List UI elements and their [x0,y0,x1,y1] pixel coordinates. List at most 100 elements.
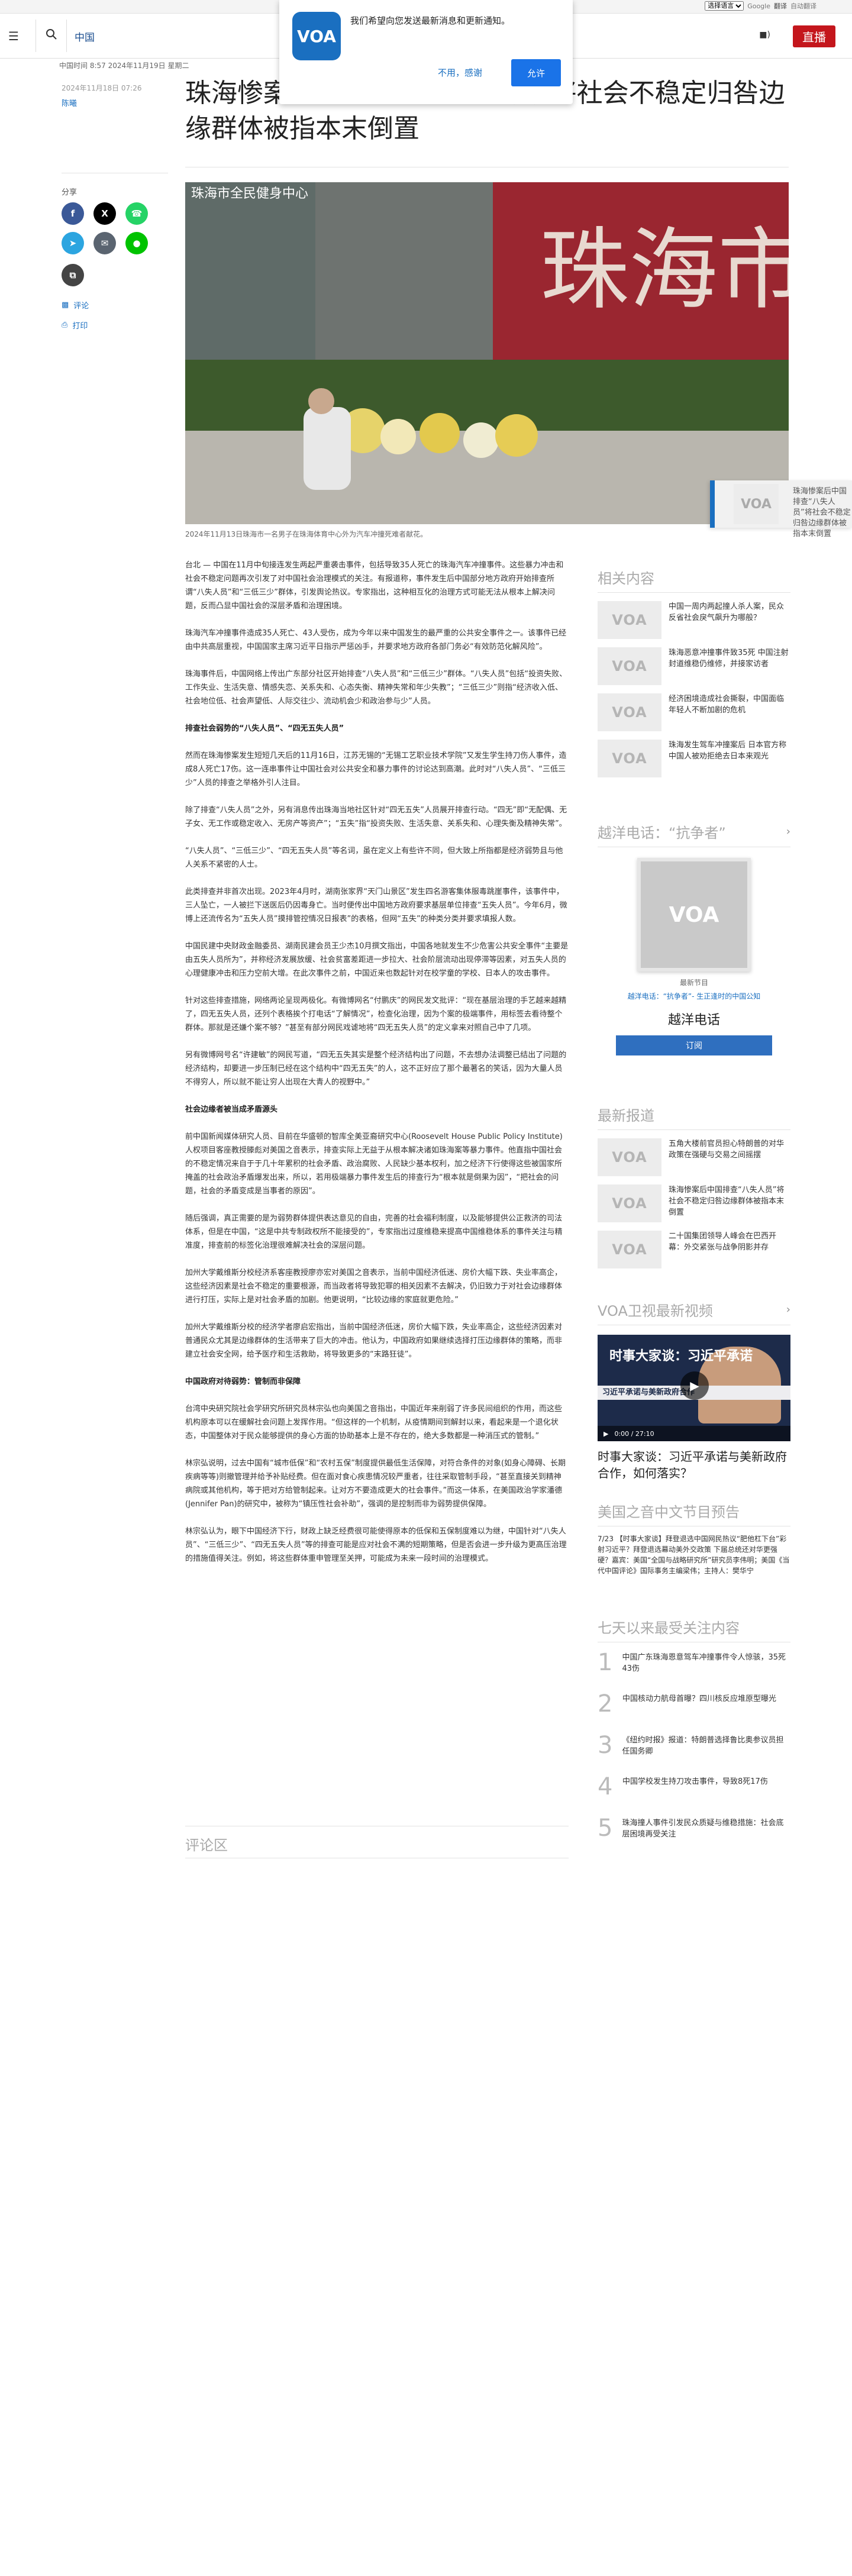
hotline-section: 越洋电话：“抗争者” › VOA 最新节目 越洋电话：“抗争者”- 生正逢时的中国… [598,821,790,1055]
list-item[interactable]: 4 中国学校发生持刀攻击事件，导致8死17伤 [598,1774,790,1808]
language-select[interactable]: 选择语言 [705,1,744,11]
allow-button[interactable]: 允许 [511,59,561,86]
whatsapp-icon: ☎ [131,208,143,219]
list-item[interactable]: VOA 珠海恶意冲撞事件致35死 中国注射封道维稳仍维修，并接家访者 [598,647,790,685]
email-share-button[interactable]: ✉ [93,232,116,254]
notification-popup: VOA 我们希望向您发送最新消息和更新通知。 不用，感谢 允许 [279,0,573,104]
voa-thumbnail: VOA [734,484,779,524]
translate-bar: 选择语言 Google 翻译 自动翻译 [705,1,816,11]
list-item[interactable]: VOA 珠海发生驾车冲撞案后 日本官方称中国人被劝拒绝去日本来观光 [598,740,790,777]
comment-link[interactable]: ▩ 评论 [62,299,89,311]
most-viewed-heading: 七天以来最受关注内容 [598,1616,790,1642]
floating-related-card[interactable]: VOA 珠海惨案后中国排查“八失人员”将社会不稳定归咎边缘群体被指本末倒置 [710,480,852,538]
svg-text:珠海市全民健身中心: 珠海市全民健身中心 [191,186,308,201]
list-item[interactable]: VOA 珠海惨案后中国排查“八失人员”将社会不稳定归咎边缘群体被指本末倒置 [598,1184,790,1222]
share-label: 分享 [62,188,78,197]
accent-bar [710,480,715,528]
subscribe-button[interactable]: 订阅 [616,1035,772,1055]
paragraph: 针对这些排查措施，网络两论呈现两极化。有微博网名“付鹏庆”的网民发文批评：“现在… [185,996,567,1032]
article-body: 台北 — 中国在11月中旬接连发生两起严重袭击事件，包括导致35人死亡的珠海汽车… [185,559,569,1579]
list-item[interactable]: 3 《纽约时报》报道：特朗普选择鲁比奥参议员担任国务卿 [598,1732,790,1767]
hero-image: 珠海市 珠海市全民健身中心 [185,182,789,524]
list-item[interactable]: VOA 中国一周内两起撞人杀人案，民众反省社会戾气飙升为哪般？ [598,601,790,639]
current-datetime: 中国时间 8:57 2024年11月19日 星期二 [59,62,189,70]
chevron-right-icon: › [786,825,790,838]
voa-thumbnail: VOA [598,647,661,685]
rank-number: 3 [598,1732,613,1759]
latest-heading: 最新报道 [598,1104,790,1130]
floating-card-text: 珠海惨案后中国排查“八失人员”将社会不稳定归咎边缘群体被指本末倒置 [793,487,851,538]
rank-number: 2 [598,1690,613,1718]
decline-button[interactable]: 不用，感谢 [438,66,482,79]
line-icon: ● [133,238,141,248]
popup-message: 我们希望向您发送最新消息和更新通知。 [350,15,511,26]
x-icon: X [101,208,108,219]
whatsapp-share-button[interactable]: ☎ [125,202,148,225]
voa-thumbnail: VOA [598,693,661,731]
copy-link-button[interactable]: ⧉ [62,264,84,286]
paragraph: 加州大学戴维斯分校经济系客座教授廖亦宏对美国之音表示，当前中国经济低迷、房价大幅… [185,1268,563,1305]
print-link[interactable]: ⎙ 打印 [62,319,88,331]
video-caption[interactable]: 时事大家谈：习近平承诺与美新政府合作，如何落实？ [598,1448,790,1481]
author-link[interactable]: 陈曦 [62,97,77,108]
list-item[interactable]: 1 中国广东珠海恩意驾车冲撞事件令人惊骇，35死43伤 [598,1649,790,1684]
line-share-button[interactable]: ● [125,232,148,254]
search-icon[interactable] [45,28,58,41]
section-heading: 中国政府对待弱势：管制而非保障 [185,1377,301,1386]
latest-episode-link[interactable]: 越洋电话：“抗争者”- 生正逢时的中国公知 [598,991,790,1001]
paragraph: 加州大学戴维斯分校的经济学者廖启宏指出，当前中国经济低迷，房价大幅下跌，失业率高… [185,1323,563,1359]
facebook-share-button[interactable]: f [62,202,84,225]
section-heading: 社会边缘者被当成矛盾源头 [185,1105,278,1114]
google-label: Google [747,2,770,10]
telegram-share-button[interactable]: ➤ [62,232,84,254]
image-caption: 2024年11月13日珠海市一名男子在珠海体育中心外为汽车冲撞死难者献花。 [185,530,428,538]
list-item[interactable]: 2 中国核动力航母首曝？四川核反应堆原型曝光 [598,1691,790,1725]
section-link[interactable]: 中国 [75,29,95,44]
latest-section: 最新报道 VOA 五角大楼前官员担心特朗普的对华政策在强硬与交易之间摇摆 VOA 珠… [598,1104,790,1268]
related-section: 相关内容 VOA 中国一周内两起撞人杀人案，民众反省社会戾气飙升为哪般？ VOA 珠… [598,567,790,777]
chevron-right-icon: › [786,1303,790,1316]
rank-number: 1 [598,1649,613,1676]
print-icon: ⎙ [62,321,68,330]
comment-icon: ▩ [62,301,69,309]
menu-icon[interactable]: ☰ [8,29,19,43]
comments-heading: 评论区 [185,1837,228,1854]
translate-label[interactable]: 翻译 [774,1,787,11]
list-item[interactable]: 5 珠海撞人事件引发民众质疑与维稳措施：社会底层困境再受关注 [598,1815,790,1849]
voa-thumbnail: VOA [598,1184,661,1222]
play-icon[interactable]: ▶ [680,1371,709,1400]
rank-number: 5 [598,1815,613,1842]
video-player[interactable]: 时事大家谈：习近平承诺 习近平承诺与美新政府合作 ▶ ▶ 0:00 / 27:10 [598,1335,790,1441]
comments-section: 评论区 [185,1826,569,1858]
paragraph: 林宗弘认为，眼下中国经济下行，财政上缺乏经费很可能使得原本的低保和五保制度难以为… [185,1527,567,1563]
play-control-icon[interactable]: ▶ [604,1430,608,1438]
live-button[interactable]: 直播 [793,25,835,47]
paragraph: 中国民建中央财政金融委员、湖南民建会员王少杰10月撰文指出，中国各地就发生不少危… [185,942,569,978]
paragraph: “八失人员”、“三低三少”、“四无五失人员”等名词，虽在定义上有些许不同，但大致… [185,847,563,869]
program-section: 美国之音中文节目预告 7/23 【时事大家谈】拜登退选中国网民热议“肥他杠下台”… [598,1500,790,1576]
rank-number: 4 [598,1773,613,1800]
program-name: 越洋电话 [667,1013,720,1028]
list-item[interactable]: VOA 二十国集团领导人峰会在巴西开幕：外交紧张与战争阴影并存 [598,1231,790,1268]
paragraph: 台北 — 中国在11月中旬接连发生两起严重袭击事件，包括导致35人死亡的珠海汽车… [185,561,564,611]
facebook-icon: f [70,208,75,219]
video-controls: ▶ 0:00 / 27:10 [598,1426,790,1441]
list-item[interactable]: VOA 经济困境造成社会撕裂，中国面临年轻人不断加剧的危机 [598,693,790,731]
video-overlay-title: 时事大家谈：习近平承诺 [609,1349,753,1364]
voa-thumbnail: VOA [598,601,661,639]
list-item[interactable]: VOA 五角大楼前官员担心特朗普的对华政策在强硬与交易之间摇摆 [598,1138,790,1176]
paragraph: 台湾中央研究院社会学研究所研究员林宗弘也向美国之音指出，中国近年来削弱了许多民间… [185,1405,563,1441]
paragraph: 珠海汽车冲撞事件造成35人死亡、43人受伤，成为今年以来中国发生的最严重的公共安… [185,629,567,651]
voa-logo: VOA [292,12,341,60]
hotline-heading[interactable]: 越洋电话：“抗争者” › [598,821,790,847]
video-heading[interactable]: VOA卫视最新视频 › [598,1299,790,1325]
email-icon: ✉ [101,238,109,248]
video-time: 0:00 / 27:10 [614,1429,654,1438]
voa-thumbnail: VOA [598,1138,661,1176]
x-share-button[interactable]: X [93,202,116,225]
paragraph: 另有微博网号名“许建敏”的网民写道，“四无五失其实是整个经济结构出了问题，不去想… [185,1051,567,1087]
audio-icon[interactable]: ■) [759,30,770,40]
publish-date: 2024年11月18日 07:26 [62,84,142,92]
program-cover[interactable]: VOA [637,858,751,971]
program-heading: 美国之音中文节目预告 [598,1500,790,1526]
